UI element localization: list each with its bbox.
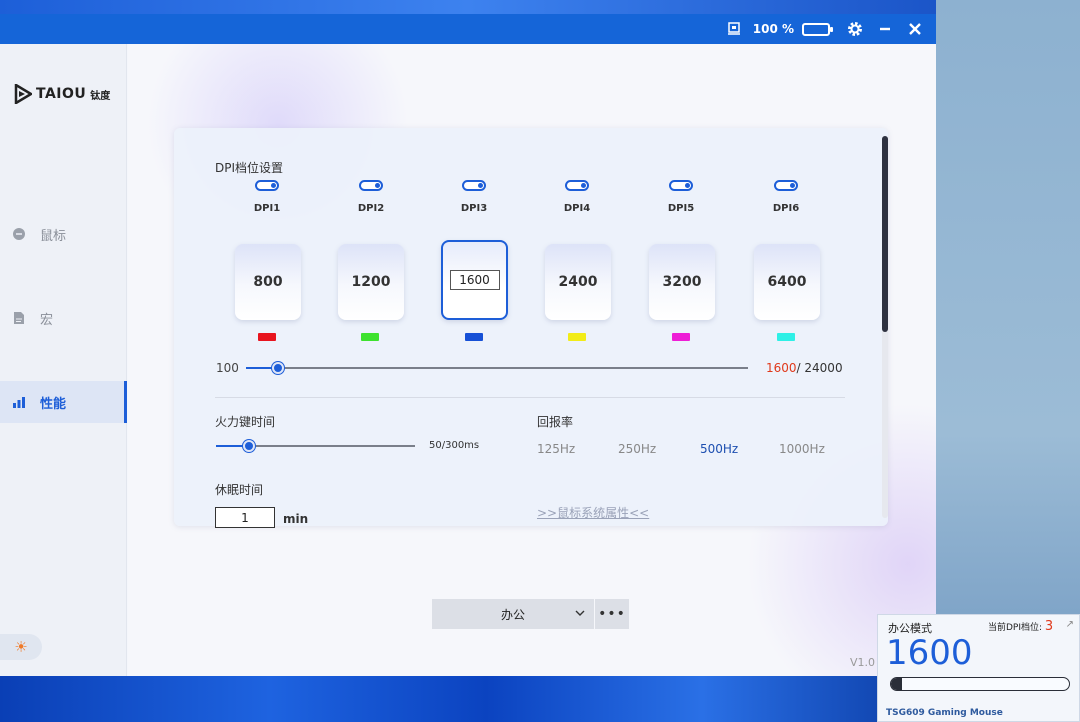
monitor-icon[interactable] [723, 18, 745, 40]
scrollbar[interactable] [882, 136, 888, 518]
file-icon [12, 311, 26, 325]
dpi-section-title: DPI档位设置 [215, 161, 284, 175]
chevron-down-icon [575, 610, 585, 616]
dpi4-toggle[interactable] [565, 180, 589, 191]
fire-key-slider-knob[interactable] [243, 440, 255, 452]
battery-percent: 100 % [752, 22, 794, 36]
close-icon[interactable] [904, 18, 926, 40]
dpi2-value-tile[interactable]: 1200 [338, 244, 404, 320]
fire-key-value: 50/300ms [429, 440, 480, 451]
widget-dpi-bar [890, 677, 1070, 691]
widget-current-slot: 当前DPI档位: 3 [988, 619, 1053, 634]
dpi-slider-min: 100 [216, 361, 239, 375]
sleep-time-input[interactable]: 1 [215, 507, 275, 528]
bar-chart-icon [12, 395, 26, 409]
sleep-unit: min [283, 512, 309, 526]
dpi6-value-tile[interactable]: 6400 [754, 244, 820, 320]
sidebar-item-performance[interactable]: 性能 [0, 381, 127, 423]
dpi6-toggle[interactable] [774, 180, 798, 191]
dpi-slot-6: DPI6 [751, 180, 821, 214]
sun-icon: ☀ [14, 638, 28, 656]
dpi3-value-input[interactable]: 1600 [449, 270, 500, 290]
titlebar: 100 % [0, 14, 936, 44]
sidebar-item-label: 性能 [40, 396, 67, 412]
dpi6-color-swatch[interactable] [777, 333, 795, 341]
minimize-icon[interactable] [874, 18, 896, 40]
rate-500hz[interactable]: 500Hz [700, 442, 738, 456]
dpi5-color-swatch[interactable] [672, 333, 690, 341]
dpi1-value-tile[interactable]: 800 [235, 244, 301, 320]
dpi3-toggle[interactable] [462, 180, 486, 191]
scrollbar-thumb[interactable] [882, 136, 888, 332]
dpi1-color-swatch[interactable] [258, 333, 276, 341]
sidebar-item-label: 鼠标 [40, 228, 67, 244]
brand-logo: TAIOU 钛度 [14, 84, 110, 104]
polling-rate-title: 回报率 [537, 415, 574, 429]
sidebar: TAIOU 钛度 鼠标 宏 性能 ☀ [0, 44, 127, 676]
sidebar-item-macro[interactable]: 宏 [0, 297, 127, 339]
dpi2-color-swatch[interactable] [361, 333, 379, 341]
dpi4-color-swatch[interactable] [568, 333, 586, 341]
dpi-slot-2: DPI2 [336, 180, 406, 214]
dpi-overlay-widget: 办公模式 当前DPI档位: 3 ↗ 1600 TSG609 Gaming Mou… [877, 614, 1080, 722]
logo-text: TAIOU [36, 86, 87, 102]
more-button[interactable]: ••• [595, 599, 629, 629]
mode-select-value: 办公 [500, 607, 525, 622]
dpi2-label: DPI2 [357, 203, 385, 214]
rate-125hz[interactable]: 125Hz [537, 442, 575, 456]
sidebar-item-mouse[interactable]: 鼠标 [0, 213, 127, 255]
dpi-slider-track[interactable] [246, 367, 748, 369]
dpi4-value-tile[interactable]: 2400 [545, 244, 611, 320]
mode-select[interactable]: 办公 [432, 599, 594, 629]
dpi-slider-knob[interactable] [272, 362, 284, 374]
dpi-max-value: / 24000 [796, 361, 843, 375]
logo-cn-text: 钛度 [90, 90, 111, 102]
dpi3-color-swatch[interactable] [465, 333, 483, 341]
dpi-slider-readout: 1600/ 24000 [766, 361, 843, 375]
dpi2-toggle[interactable] [359, 180, 383, 191]
dpi1-toggle[interactable] [255, 180, 279, 191]
dpi-slot-4: DPI4 [542, 180, 612, 214]
logo-mark-icon [14, 84, 32, 104]
dpi5-toggle[interactable] [669, 180, 693, 191]
dpi3-value-tile[interactable]: 1600 [441, 240, 508, 320]
rate-1000hz[interactable]: 1000Hz [779, 442, 825, 456]
mouse-properties-link[interactable]: >>鼠标系统属性<< [537, 504, 649, 521]
dpi-slot-1: DPI1 [232, 180, 302, 214]
divider [215, 397, 845, 398]
dpi3-label: DPI3 [460, 203, 488, 214]
dpi-current-value: 1600 [766, 361, 797, 375]
widget-device-name: TSG609 Gaming Mouse [886, 708, 1003, 718]
pin-icon[interactable]: ↗ [1066, 619, 1074, 630]
dpi1-label: DPI1 [253, 203, 281, 214]
gear-icon[interactable] [844, 18, 866, 40]
dpi5-label: DPI5 [667, 203, 695, 214]
widget-current-label: 当前DPI档位: [988, 623, 1043, 633]
sleep-title: 休眠时间 [215, 483, 264, 497]
dpi-slot-3: DPI3 [439, 180, 509, 214]
mouse-icon [12, 227, 26, 241]
dpi-slot-5: DPI5 [646, 180, 716, 214]
theme-toggle-button[interactable]: ☀ [0, 634, 42, 660]
desktop-top-strip [0, 0, 936, 14]
dpi5-value-tile[interactable]: 3200 [649, 244, 715, 320]
dpi6-label: DPI6 [772, 203, 800, 214]
fire-key-title: 火力键时间 [215, 415, 276, 429]
sidebar-item-label: 宏 [40, 312, 54, 328]
rate-250hz[interactable]: 250Hz [618, 442, 656, 456]
dpi4-label: DPI4 [563, 203, 591, 214]
widget-dpi-value: 1600 [886, 633, 973, 673]
battery-icon [802, 22, 833, 36]
widget-current-number: 3 [1044, 619, 1054, 634]
